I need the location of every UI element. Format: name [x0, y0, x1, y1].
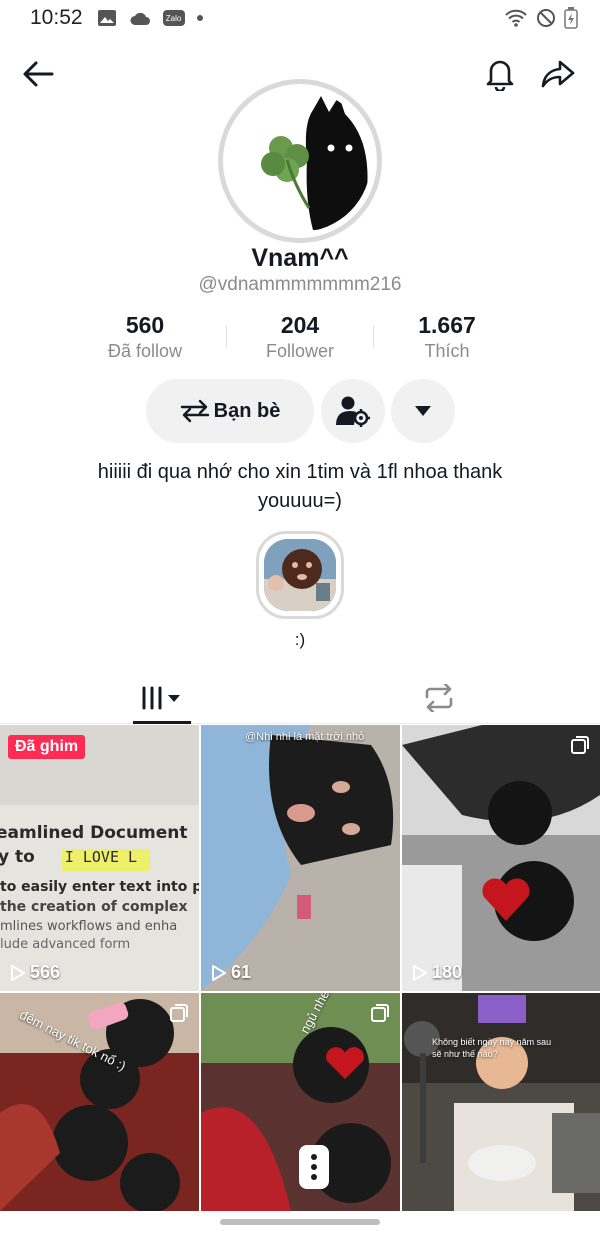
repost-icon	[425, 684, 453, 712]
tab-videos[interactable]	[133, 672, 191, 724]
user-settings-button[interactable]	[321, 379, 385, 443]
dot-icon	[196, 15, 203, 21]
video-thumbnail[interactable]: 180	[402, 725, 600, 991]
story-highlight[interactable]	[256, 531, 344, 619]
more-options-button[interactable]	[391, 379, 455, 443]
highlight-label: :)	[294, 630, 306, 649]
avatar[interactable]	[218, 79, 382, 243]
video-thumbnail[interactable]: đêm nay tik tok nổ :)	[0, 993, 199, 1211]
username: @vdnammmmmmm216	[198, 274, 402, 295]
play-icon	[413, 964, 427, 981]
profile-actions: Bạn bè	[0, 379, 600, 443]
thumbnail-text-line: lude advanced form	[0, 937, 131, 952]
view-count-value: 566	[30, 962, 61, 982]
view-count: 180	[412, 962, 462, 983]
home-indicator[interactable]	[220, 1219, 380, 1225]
video-thumbnail[interactable]: ngủ nhé:)	[201, 993, 400, 1211]
followers-label: Follower	[265, 341, 335, 361]
followers-count: 204	[280, 312, 320, 338]
highlight-image	[264, 539, 336, 611]
following-label: Đã follow	[107, 341, 183, 361]
thumbnail-text-line: eamlined Document	[0, 823, 188, 843]
video-caption: @Nhi nhi là mặt trời nhỏ	[245, 731, 365, 743]
avatar-image	[229, 90, 371, 232]
likes-stat[interactable]: 1.667 Thích	[372, 312, 522, 362]
status-time: 10:52	[30, 6, 83, 29]
video-thumbnail[interactable]: Đã ghim eamlined Document y to I LOVE L …	[0, 725, 199, 991]
thumbnail-text-row: y to I LOVE L	[0, 847, 199, 867]
bell-icon	[486, 60, 514, 91]
multiple-photos-icon	[571, 736, 589, 754]
video-thumbnail[interactable]: Không biết ngày này năm sau sẽ như thế n…	[402, 993, 600, 1211]
pinned-badge: Đã ghim	[8, 735, 86, 759]
cloud-icon	[130, 12, 150, 25]
following-count: 560	[125, 312, 165, 338]
likes-label: Thích	[424, 341, 470, 361]
share-icon	[541, 60, 575, 88]
friends-button[interactable]: Bạn bè	[146, 379, 314, 443]
image-icon	[97, 10, 116, 26]
video-grid: Đã ghim eamlined Document y to I LOVE L …	[0, 725, 600, 1211]
grid-icon	[142, 686, 180, 710]
user-gear-icon	[336, 396, 370, 427]
thumbnail-text: eamlined Document y to I LOVE L to easil…	[0, 823, 199, 952]
tab-reposts[interactable]	[410, 672, 468, 724]
active-tab-indicator	[133, 721, 191, 724]
video-caption: sẽ như thế nào?	[432, 1049, 498, 1059]
caret-down-icon	[415, 406, 431, 416]
notifications-button[interactable]	[478, 52, 522, 96]
share-button[interactable]	[536, 52, 580, 96]
following-stat[interactable]: 560 Đã follow	[70, 312, 220, 362]
battery-icon	[564, 7, 578, 29]
thumbnail-text-line: the creation of complex	[0, 899, 188, 915]
zalo-icon: Zalo	[162, 10, 185, 26]
back-button[interactable]	[16, 52, 60, 96]
friends-button-label: Bạn bè	[213, 399, 281, 422]
followers-stat[interactable]: 204 Follower	[225, 312, 375, 362]
play-icon	[212, 964, 226, 981]
video-caption: Không biết ngày này năm sau	[432, 1037, 552, 1047]
view-count-value: 61	[231, 962, 252, 982]
thumbnail-text-line: I LOVE L	[64, 848, 138, 866]
display-name: Vnam^^	[251, 244, 349, 272]
wifi-icon	[505, 9, 527, 27]
play-icon	[11, 964, 25, 981]
video-thumbnail[interactable]: @Nhi nhi là mặt trời nhỏ 61	[201, 725, 400, 991]
view-count: 566	[10, 962, 60, 983]
view-count-value: 180	[432, 962, 463, 982]
multiple-photos-icon	[371, 1004, 389, 1022]
swap-arrows-icon	[180, 399, 209, 423]
profile-tabs	[0, 672, 600, 724]
profile-bio: hiiiii đi qua nhớ cho xin 1tim và 1fl nh…	[97, 461, 503, 512]
thumbnail-text-line: y to	[0, 847, 35, 867]
profile-stats: 560 Đã follow 204 Follower 1.667 Thích	[0, 312, 600, 368]
likes-count: 1.667	[418, 312, 476, 338]
thumbnail-text-line: mlines workflows and enha	[0, 919, 178, 934]
view-count: 61	[211, 962, 251, 983]
thumbnail-text-line: to easily enter text into p	[0, 879, 199, 895]
multiple-photos-icon	[170, 1004, 188, 1022]
back-arrow-icon	[23, 61, 54, 87]
do-not-disturb-icon	[537, 9, 555, 27]
status-bar: 10:52 Zalo	[0, 0, 600, 36]
